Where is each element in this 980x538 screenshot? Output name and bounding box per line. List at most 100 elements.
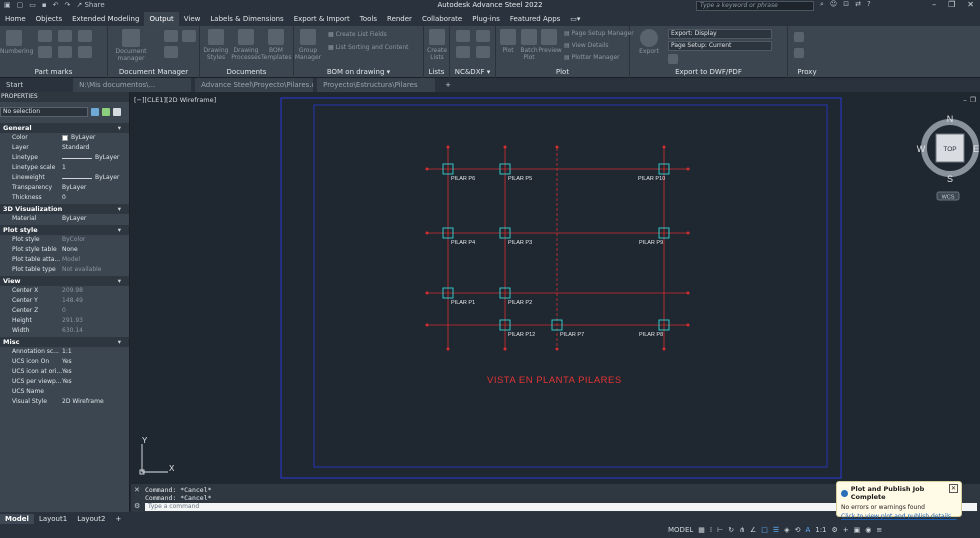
notification-link[interactable]: Click to view plot and publish details..… — [841, 513, 957, 520]
drawing-processes-button[interactable]: Drawing Processes — [231, 47, 261, 61]
close-icon[interactable]: ✕ — [967, 0, 974, 9]
section-3d-visualization[interactable]: 3D Visualization — [0, 204, 129, 214]
tab-file-3[interactable]: Proyecto\Estructura\Pilares — [317, 78, 436, 92]
prop-row[interactable]: Linetype ByLayer — [0, 153, 129, 163]
document-manager-icon[interactable] — [122, 29, 140, 47]
viewport-minimize-icon[interactable]: – — [963, 96, 967, 104]
ribbon-options-icon[interactable]: ▭▾ — [565, 12, 585, 26]
quick-select-icon[interactable] — [91, 108, 99, 116]
create-lists-icon[interactable] — [429, 29, 445, 45]
selection-dropdown[interactable]: No selection — [0, 107, 88, 117]
tab-extended-modeling[interactable]: Extended Modeling — [67, 12, 144, 26]
prop-row[interactable]: Visual Style 2D Wireframe — [0, 397, 129, 407]
document-manager-button[interactable]: Document manager — [112, 48, 150, 62]
part-mark-icon[interactable] — [58, 30, 72, 42]
part-mark-icon[interactable] — [78, 46, 92, 58]
doc-tool-icon[interactable] — [164, 30, 178, 42]
section-misc[interactable]: Misc — [0, 337, 129, 347]
preview-icon[interactable] — [541, 29, 557, 45]
close-command-icon[interactable]: ✕ — [134, 486, 140, 494]
exchange-icon[interactable]: ⇄ — [855, 0, 861, 9]
proxy-icon[interactable] — [794, 32, 804, 42]
tab-output[interactable]: Output — [144, 12, 179, 26]
tab-labels-dimensions[interactable]: Labels & Dimensions — [205, 12, 288, 26]
prop-row[interactable]: Plot table atta... Model — [0, 255, 129, 265]
numbering-icon[interactable] — [6, 30, 22, 46]
model-space-button[interactable]: MODEL — [668, 526, 693, 534]
section-plot-style[interactable]: Plot style — [0, 225, 129, 235]
tab-plug-ins[interactable]: Plug-ins — [467, 12, 505, 26]
tab-layout2[interactable]: Layout2 — [72, 514, 110, 524]
annotation-scale[interactable]: 1:1 — [815, 526, 826, 534]
notification-icon[interactable]: ◉ — [865, 526, 871, 534]
list-sorting-button[interactable]: ▦ List Sorting and Content — [328, 44, 409, 51]
close-notification-icon[interactable]: ✕ — [949, 484, 958, 493]
cart-icon[interactable]: ⊡ — [843, 0, 849, 9]
tab-collaborate[interactable]: Collaborate — [417, 12, 467, 26]
export-button[interactable]: Export — [634, 48, 664, 55]
prop-row[interactable]: Plot table type Not available — [0, 265, 129, 275]
prop-row[interactable]: Layer Standard — [0, 143, 129, 153]
prop-row[interactable]: UCS icon On Yes — [0, 357, 129, 367]
prop-row[interactable]: Width 630.14 — [0, 326, 129, 336]
prop-row[interactable]: Plot style ByColor — [0, 235, 129, 245]
part-mark-icon[interactable] — [78, 30, 92, 42]
page-setup-select[interactable]: Page Setup: Current — [668, 41, 772, 51]
batch-plot-icon[interactable] — [521, 29, 537, 45]
pickadd-icon[interactable] — [113, 108, 121, 116]
prop-row[interactable]: Material ByLayer — [0, 214, 129, 224]
minimize-icon[interactable]: – — [932, 0, 936, 9]
snap-icon[interactable]: ⁞ — [710, 526, 712, 534]
tab-file-1[interactable]: N:\Mis documentos\... — [73, 78, 192, 92]
bom-templates-icon[interactable] — [268, 29, 284, 45]
bom-templates-button[interactable]: BOM Templates — [261, 47, 292, 61]
drawing-styles-icon[interactable] — [208, 29, 224, 45]
tab-export-import[interactable]: Export & Import — [289, 12, 355, 26]
tab-home[interactable]: Home — [0, 12, 31, 26]
tab-file-2[interactable]: Advance Steel\Proyecto\Pilares.dwg — [195, 78, 314, 92]
group-manager-button[interactable]: Group Manager — [294, 47, 322, 61]
group-label[interactable]: BOM on drawing ▾ — [294, 68, 423, 76]
section-view[interactable]: View — [0, 276, 129, 286]
object-snap-icon[interactable]: □ — [761, 526, 768, 534]
view-details-button[interactable]: ▤ View Details — [564, 42, 609, 49]
prop-row[interactable]: Transparency ByLayer — [0, 183, 129, 193]
prop-row[interactable]: Color ByLayer — [0, 133, 129, 143]
grid-icon[interactable]: ▦ — [698, 526, 705, 534]
drawing-styles-button[interactable]: Drawing Styles — [201, 47, 231, 61]
units-icon[interactable]: ▣ — [854, 526, 861, 534]
prop-row[interactable]: Center X 209.98 — [0, 286, 129, 296]
tab-view[interactable]: View — [179, 12, 206, 26]
prop-row[interactable]: UCS Name — [0, 387, 129, 397]
object-snap-tracking-icon[interactable]: ∠ — [750, 526, 756, 534]
tab-featured-apps[interactable]: Featured Apps — [505, 12, 565, 26]
drawing-svg[interactable]: PILAR P6 PILAR P5 PILAR P10 PILAR P4 PIL… — [131, 92, 980, 484]
nc-icon[interactable] — [456, 46, 470, 58]
tab-tools[interactable]: Tools — [355, 12, 382, 26]
dxf-icon[interactable] — [476, 30, 490, 42]
doc-tool-icon[interactable] — [182, 30, 196, 42]
selection-cycling-icon[interactable]: ⟲ — [795, 526, 801, 534]
wrench-icon[interactable]: ⚙ — [134, 502, 140, 510]
prop-row[interactable]: Height 291.93 — [0, 316, 129, 326]
ortho-icon[interactable]: ⊢ — [717, 526, 723, 534]
prop-row[interactable]: UCS icon at ori... Yes — [0, 367, 129, 377]
prop-row[interactable]: Plot style table None — [0, 245, 129, 255]
plot-icon[interactable] — [500, 29, 516, 45]
viewcube[interactable]: TOP N S W E WCS — [917, 114, 979, 201]
export-select[interactable]: Export: Display — [668, 29, 772, 39]
polar-icon[interactable]: ↻ — [728, 526, 734, 534]
tab-start[interactable]: Start — [0, 78, 29, 92]
section-general[interactable]: General — [0, 123, 129, 133]
plot-button[interactable]: Plot — [496, 47, 520, 54]
export-icon[interactable] — [640, 29, 658, 47]
annotation-visibility-icon[interactable]: A — [805, 526, 810, 534]
prop-row[interactable]: Annotation sc... 1:1 — [0, 347, 129, 357]
proxy-icon[interactable] — [794, 48, 804, 58]
export-option-icon[interactable] — [668, 54, 678, 64]
prop-row[interactable]: Center Z 0 — [0, 306, 129, 316]
tab-objects[interactable]: Objects — [31, 12, 67, 26]
create-lists-button[interactable]: Create Lists — [424, 47, 450, 61]
tab-render[interactable]: Render — [382, 12, 417, 26]
drawing-canvas[interactable]: PILAR P6 PILAR P5 PILAR P10 PILAR P4 PIL… — [131, 92, 980, 484]
